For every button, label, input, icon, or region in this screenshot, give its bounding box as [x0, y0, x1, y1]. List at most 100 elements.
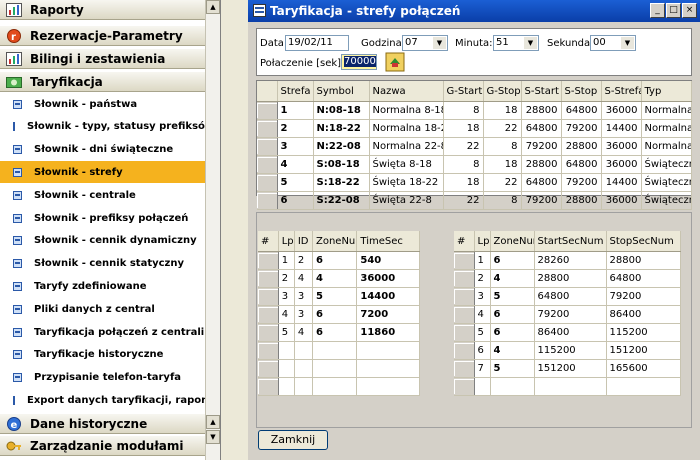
row-selector[interactable] — [258, 377, 279, 396]
row-selector[interactable] — [454, 269, 475, 288]
window-titlebar[interactable]: Taryfikacja - strefy połączeń _ □ × — [248, 0, 700, 22]
column-header[interactable] — [257, 81, 278, 102]
close-window-button[interactable]: × — [682, 3, 697, 18]
table-row[interactable]: 7 5 151200 165600 — [454, 359, 681, 378]
table-row[interactable]: 6 S:22-08 Święta 22-8 22 8 79200 28800 36000 Świ… — [257, 191, 692, 210]
table-row[interactable]: 1 2 6 540 — [258, 251, 420, 270]
sidebar-item-10[interactable]: Taryfikacja połączeń z centrali — [0, 321, 205, 343]
sidebar-item-7[interactable]: Słownik - cennik statyczny — [0, 253, 205, 275]
sidebar-section-2[interactable]: Bilingi i zestawienia — [0, 49, 205, 69]
row-selector[interactable] — [258, 359, 279, 378]
table-row[interactable]: 6 4 115200 151200 — [454, 341, 681, 360]
column-header[interactable]: StartSecNum — [534, 231, 607, 252]
row-selector[interactable] — [454, 359, 475, 378]
sidebar-section-bottom-0[interactable]: e Dane historyczne — [0, 414, 205, 434]
column-header[interactable]: S-Start — [521, 81, 562, 102]
sidebar-item-2[interactable]: Słownik - dni świąteczne — [0, 139, 205, 161]
row-selector[interactable] — [258, 269, 279, 288]
column-header[interactable]: Strefa — [277, 81, 314, 102]
calculate-button[interactable] — [385, 52, 405, 72]
table-row[interactable] — [258, 377, 420, 396]
table-row[interactable]: 2N:18-22Normalna 18-22182264800792001440… — [257, 119, 692, 138]
sidebar-item-1[interactable]: Słownik - typy, statusy prefiksów — [0, 116, 214, 138]
column-header[interactable]: S-Strefa — [601, 81, 642, 102]
table-row[interactable] — [258, 359, 420, 378]
row-selector[interactable] — [258, 251, 279, 270]
table-row[interactable]: 3 3 5 14400 — [258, 287, 420, 306]
column-header[interactable]: Typ — [641, 81, 692, 102]
sidebar-section-3[interactable]: Taryfikacja — [0, 72, 205, 92]
minute-select[interactable]: 51 ▼ — [493, 35, 539, 51]
row-selector[interactable] — [257, 137, 278, 156]
table-row[interactable]: 5 S:18-22 Święta 18-22 18 22 64800 79200 14400 Ś… — [257, 173, 692, 192]
sidebar-item-12[interactable]: Przypisanie telefon-taryfa — [0, 367, 205, 389]
table-row[interactable]: 1 6 28260 28800 — [454, 251, 681, 270]
row-selector[interactable] — [258, 287, 279, 306]
close-button[interactable]: Zamknij — [258, 430, 328, 450]
table-row[interactable]: 2 4 28800 64800 — [454, 269, 681, 288]
row-selector[interactable] — [257, 101, 278, 120]
table-row[interactable]: 4 S:08-18 Święta 8-18 8 18 28800 64800 36000 Świ… — [257, 155, 692, 174]
sidebar-item-11[interactable]: Taryfikacje historyczne — [0, 344, 205, 366]
table-row[interactable]: 4 6 79200 86400 — [454, 305, 681, 324]
date-field[interactable]: 19/02/11 — [285, 35, 349, 51]
row-selector[interactable] — [257, 191, 278, 210]
column-header[interactable]: G-Start — [443, 81, 484, 102]
row-selector[interactable] — [454, 323, 475, 342]
connection-seconds-field[interactable]: 70000 — [341, 54, 377, 70]
second-select[interactable]: 00 ▼ — [590, 35, 636, 51]
sidebar-item-6[interactable]: Słownik - cennik dynamiczny — [0, 230, 205, 252]
table-cell — [490, 377, 535, 396]
table-row[interactable]: 3 5 64800 79200 — [454, 287, 681, 306]
sidebar-section-1[interactable]: r Rezerwacje-Parametry — [0, 26, 205, 46]
row-selector[interactable] — [258, 323, 279, 342]
sidebar-section-0[interactable]: Raporty — [0, 0, 205, 20]
sidebar-section-bottom-1[interactable]: Zarządzanie modułami — [0, 436, 205, 456]
scroll-up-button[interactable]: ▲ — [206, 0, 220, 14]
row-selector[interactable] — [258, 305, 279, 324]
column-header[interactable]: Lp — [278, 231, 295, 252]
table-row[interactable] — [258, 341, 420, 360]
column-header[interactable]: # — [454, 231, 475, 252]
row-selector[interactable] — [454, 305, 475, 324]
sidebar-item-4[interactable]: Słownik - centrale — [0, 184, 205, 206]
minimize-button[interactable]: _ — [650, 3, 665, 18]
table-row[interactable] — [454, 377, 681, 396]
table-row[interactable]: 2 4 4 36000 — [258, 269, 420, 288]
table-row[interactable]: 1 N:08-18 Normalna 8-18 8 18 28800 64800 36000 N… — [257, 101, 692, 120]
scroll-down-button[interactable]: ▼ — [206, 430, 220, 444]
hour-select[interactable]: 07 ▼ — [402, 35, 448, 51]
maximize-button[interactable]: □ — [666, 3, 681, 18]
column-header[interactable]: Lp — [474, 231, 491, 252]
row-selector[interactable] — [257, 119, 278, 138]
column-header[interactable]: TimeSec — [356, 231, 420, 252]
sidebar-scrollbar[interactable]: ▲ ▲ ▼ — [205, 0, 220, 460]
column-header[interactable]: StopSecNum — [606, 231, 681, 252]
scroll-up-button-bottom[interactable]: ▲ — [206, 415, 220, 429]
column-header[interactable]: ZoneNum — [312, 231, 358, 252]
column-header[interactable]: G-Stop — [483, 81, 522, 102]
row-selector[interactable] — [257, 155, 278, 174]
sidebar-item-13[interactable]: Export danych taryfikacji, raporty — [0, 389, 217, 411]
sidebar-item-3[interactable]: Słownik - strefy — [0, 161, 205, 184]
table-row[interactable]: 3 N:22-08 Normalna 22-8 22 8 79200 28800 36000 N… — [257, 137, 692, 156]
column-header[interactable]: Symbol — [313, 81, 370, 102]
column-header[interactable]: Nazwa — [369, 81, 444, 102]
row-selector[interactable] — [454, 251, 475, 270]
row-selector[interactable] — [454, 287, 475, 306]
sidebar-item-0[interactable]: Słownik - państwa — [0, 93, 205, 115]
sidebar-item-9[interactable]: Pliki danych z central — [0, 298, 205, 320]
row-selector[interactable] — [258, 341, 279, 360]
table-row[interactable]: 5 4 6 11860 — [258, 323, 420, 342]
sidebar-item-8[interactable]: Taryfy zdefiniowane — [0, 275, 205, 297]
table-row[interactable]: 4 3 6 7200 — [258, 305, 420, 324]
row-selector[interactable] — [454, 377, 475, 396]
column-header[interactable]: # — [258, 231, 279, 252]
column-header[interactable]: ZoneNum — [490, 231, 535, 252]
sidebar-item-5[interactable]: Słownik - prefiksy połączeń — [0, 207, 205, 229]
table-row[interactable]: 5 6 86400 115200 — [454, 323, 681, 342]
row-selector[interactable] — [454, 341, 475, 360]
row-selector[interactable] — [257, 173, 278, 192]
column-header[interactable]: S-Stop — [561, 81, 602, 102]
column-header[interactable]: ID — [294, 231, 313, 252]
